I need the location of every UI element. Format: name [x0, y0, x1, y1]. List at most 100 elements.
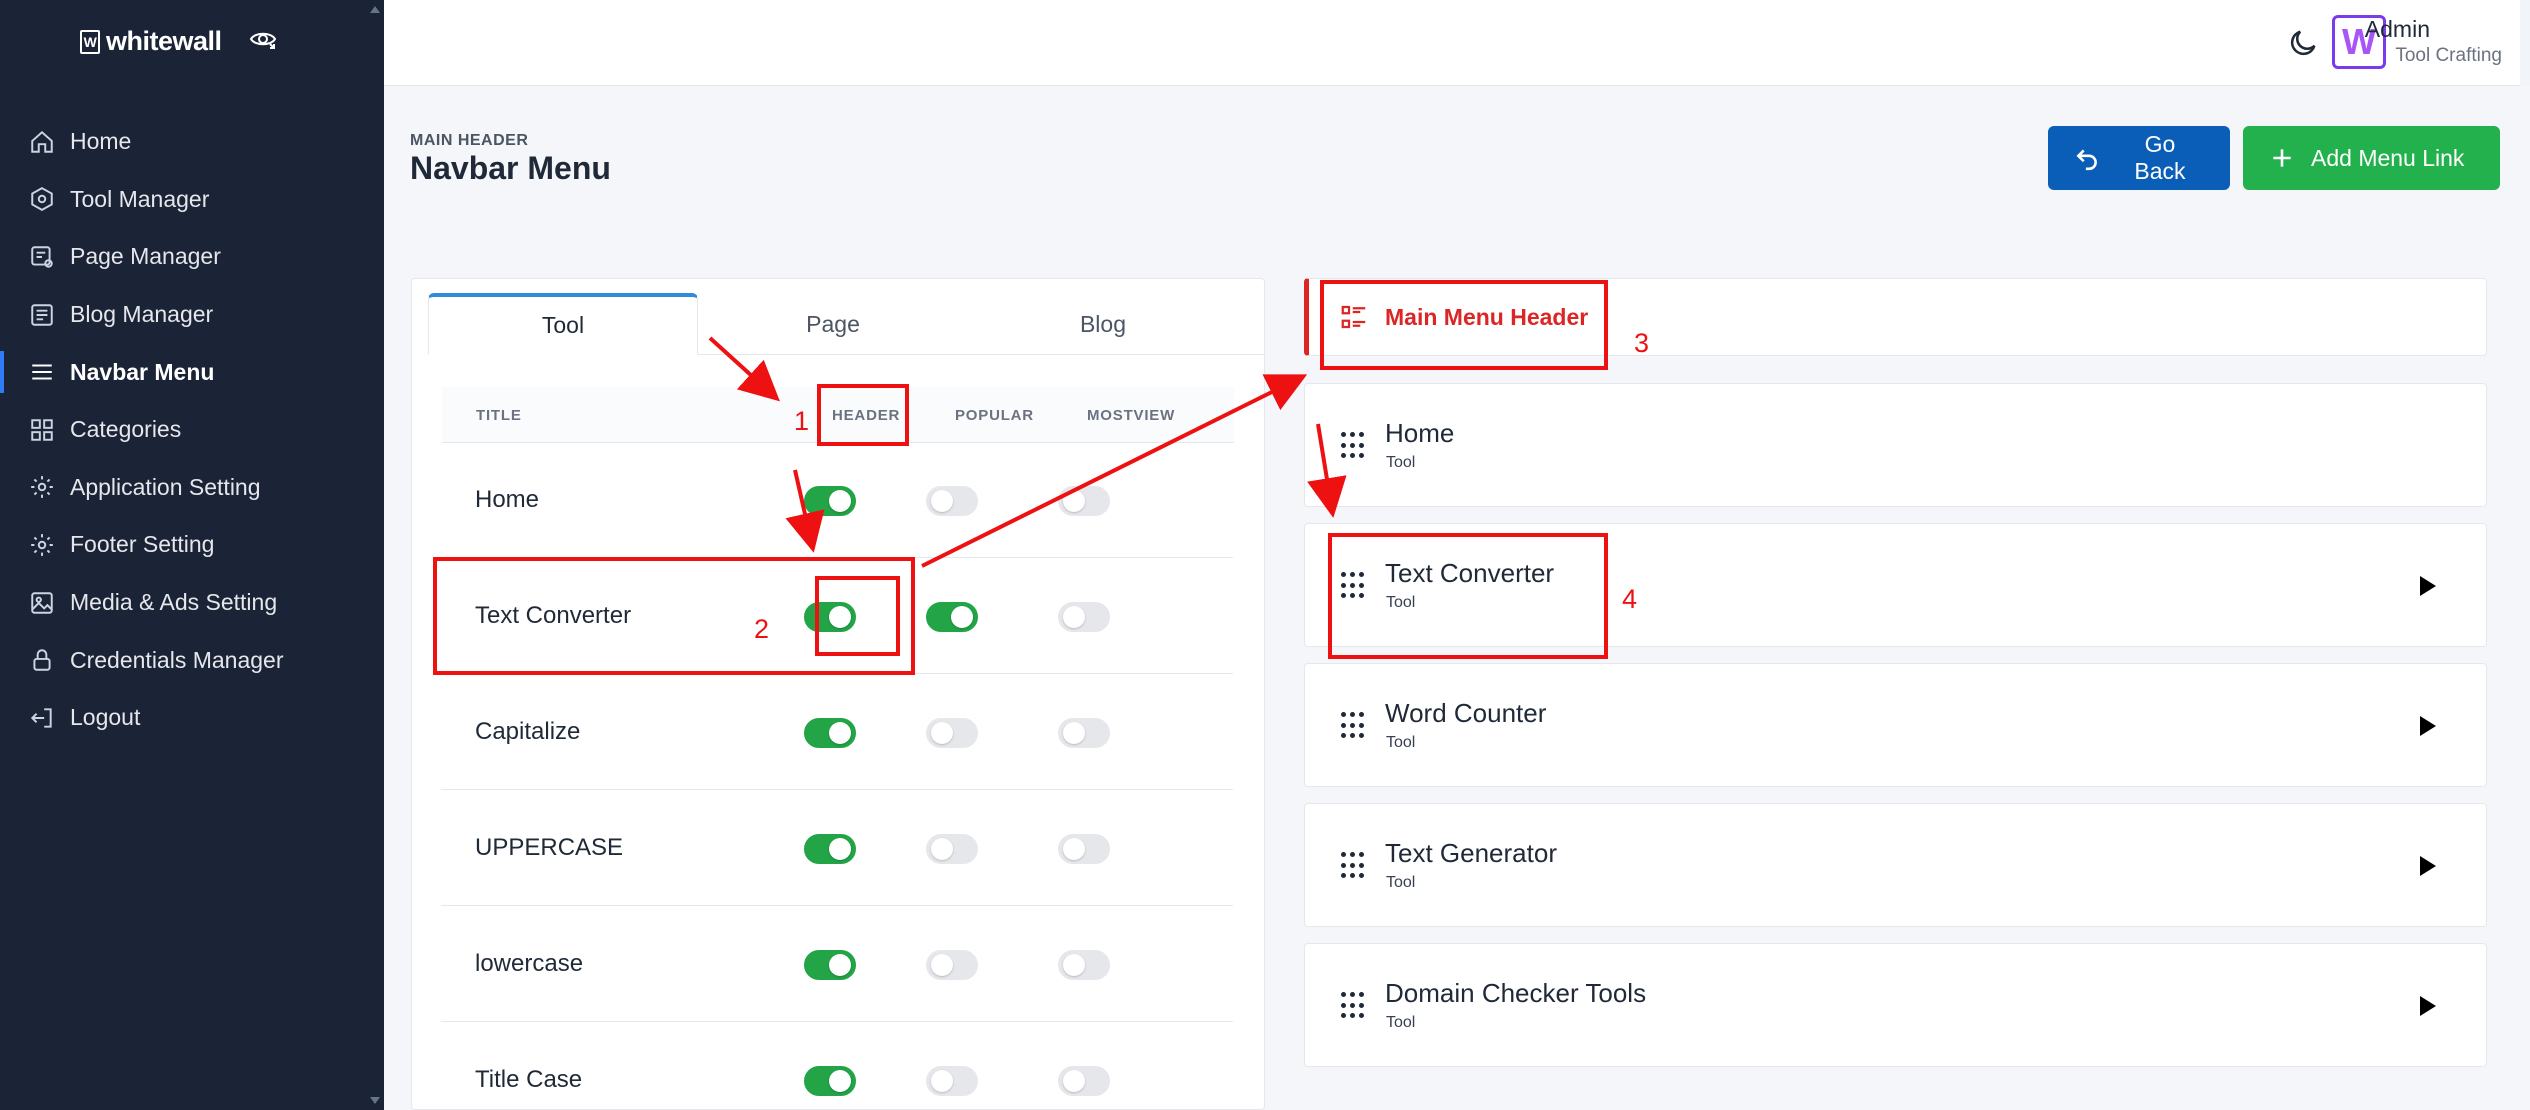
popular-toggle[interactable] [926, 950, 978, 980]
page-settings-icon [28, 243, 56, 271]
user-name: Admin [2364, 16, 2430, 42]
row-title: lowercase [475, 950, 584, 977]
popular-toggle[interactable] [926, 1066, 978, 1096]
page-scrollbar[interactable] [2520, 0, 2530, 86]
mostview-toggle[interactable] [1058, 486, 1110, 516]
column-mostview: MOSTVIEW [1087, 407, 1176, 424]
popular-toggle[interactable] [926, 834, 978, 864]
annotation-box-4 [1328, 533, 1608, 659]
home-icon [28, 128, 56, 156]
expand-arrow-icon[interactable] [2420, 576, 2436, 596]
annotation-box-3 [1320, 280, 1608, 370]
tab-tool[interactable]: Tool [428, 293, 698, 355]
sidebar-item-categories[interactable]: Categories [0, 401, 384, 459]
sidebar-item-navbar-menu[interactable]: Navbar Menu [0, 343, 384, 401]
sidebar-item-label: Credentials Manager [70, 646, 284, 673]
menu-item-title: Text Generator [1385, 838, 1557, 868]
page-title: Navbar Menu [410, 150, 611, 186]
drag-handle-icon[interactable] [1341, 432, 1365, 460]
expand-arrow-icon[interactable] [2420, 856, 2436, 876]
expand-arrow-icon[interactable] [2420, 716, 2436, 736]
annotation-label-2: 2 [754, 614, 770, 644]
menu-item-title: Word Counter [1385, 698, 1547, 728]
menu-item-title: Domain Checker Tools [1385, 978, 1647, 1008]
menu-item-card[interactable]: Domain Checker Tools Tool [1304, 943, 2487, 1067]
mostview-toggle[interactable] [1058, 834, 1110, 864]
header-toggle[interactable] [804, 950, 856, 980]
brand[interactable]: W whitewall [80, 24, 278, 59]
drag-handle-icon[interactable] [1341, 712, 1365, 740]
menu-item-title: Home [1385, 418, 1455, 448]
gear-icon [28, 531, 56, 559]
popular-toggle[interactable] [926, 718, 978, 748]
popular-toggle[interactable] [926, 486, 978, 516]
mostview-toggle[interactable] [1058, 1066, 1110, 1096]
sidebar-item-label: Logout [70, 704, 141, 731]
tab-blog[interactable]: Blog [968, 293, 1238, 355]
sidebar-item-media-ads-setting[interactable]: Media & Ads Setting [0, 574, 384, 632]
image-icon [28, 589, 56, 617]
expand-arrow-icon[interactable] [2420, 996, 2436, 1016]
sidebar-item-blog-manager[interactable]: Blog Manager [0, 286, 384, 344]
blog-icon [28, 301, 56, 329]
sidebar-item-home[interactable]: Home [0, 113, 384, 171]
row-title: Capitalize [475, 718, 581, 745]
sidebar-scroll-up[interactable] [370, 6, 380, 13]
sidebar-item-page-manager[interactable]: Page Manager [0, 228, 384, 286]
sidebar-item-label: Tool Manager [70, 185, 210, 212]
topbar: W Admin Tool Crafting [384, 0, 2530, 86]
sidebar-item-label: Blog Manager [70, 301, 214, 328]
annotation-label-1: 1 [794, 406, 810, 436]
sidebar-scroll-down[interactable] [370, 1097, 380, 1104]
brand-logo-icon: W [80, 29, 100, 54]
header-toggle[interactable] [804, 486, 856, 516]
lock-icon [28, 646, 56, 674]
grid-icon [28, 416, 56, 444]
brand-name: whitewall [106, 26, 222, 56]
header-toggle[interactable] [804, 718, 856, 748]
dark-mode-moon-icon[interactable] [2286, 26, 2320, 60]
row-title: Home [475, 486, 540, 513]
mostview-toggle[interactable] [1058, 718, 1110, 748]
row-title: UPPERCASE [475, 834, 624, 861]
sidebar-item-label: Home [70, 128, 132, 155]
add-menu-link-label: Add Menu Link [2311, 144, 2465, 171]
tab-page[interactable]: Page [698, 293, 968, 355]
sidebar-item-application-setting[interactable]: Application Setting [0, 459, 384, 517]
mostview-toggle[interactable] [1058, 950, 1110, 980]
plus-icon [2273, 149, 2291, 167]
sidebar-item-credentials-manager[interactable]: Credentials Manager [0, 631, 384, 689]
menu-item-type: Tool [1386, 454, 1416, 471]
brand-logo: W whitewall [80, 26, 222, 57]
hexagon-icon [28, 185, 56, 213]
gear-icon [28, 473, 56, 501]
sidebar-item-footer-setting[interactable]: Footer Setting [0, 516, 384, 574]
header-toggle[interactable] [804, 834, 856, 864]
preview-eye-icon[interactable] [248, 24, 278, 59]
row-title: Title Case [475, 1066, 583, 1093]
menu-icon [28, 358, 56, 386]
annotation-label-3: 3 [1634, 328, 1650, 358]
mostview-toggle[interactable] [1058, 602, 1110, 632]
header-toggle[interactable] [804, 1066, 856, 1096]
drag-handle-icon[interactable] [1341, 852, 1365, 880]
annotation-box-1 [817, 384, 909, 446]
column-popular: POPULAR [955, 407, 1034, 424]
sidebar: W whitewall Home Tool Manager Page Manag… [0, 0, 384, 1110]
menu-item-type: Tool [1386, 734, 1416, 751]
add-menu-link-button[interactable]: Add Menu Link [2243, 126, 2500, 190]
sidebar-item-tool-manager[interactable]: Tool Manager [0, 171, 384, 229]
menu-item-type: Tool [1386, 1014, 1416, 1031]
menu-item-card[interactable]: Text Generator Tool [1304, 803, 2487, 927]
column-title: TITLE [476, 407, 522, 424]
popular-toggle[interactable] [926, 602, 978, 632]
undo-icon [2076, 149, 2097, 171]
sidebar-item-label: Media & Ads Setting [70, 589, 278, 616]
go-back-button[interactable]: Go Back [2048, 126, 2230, 190]
go-back-label: Go Back [2134, 131, 2186, 184]
drag-handle-icon[interactable] [1341, 992, 1365, 1020]
menu-item-card[interactable]: Word Counter Tool [1304, 663, 2487, 787]
menu-item-card[interactable]: Home Tool [1304, 383, 2487, 507]
sidebar-item-logout[interactable]: Logout [0, 689, 384, 747]
page-kicker: MAIN HEADER [410, 132, 529, 149]
